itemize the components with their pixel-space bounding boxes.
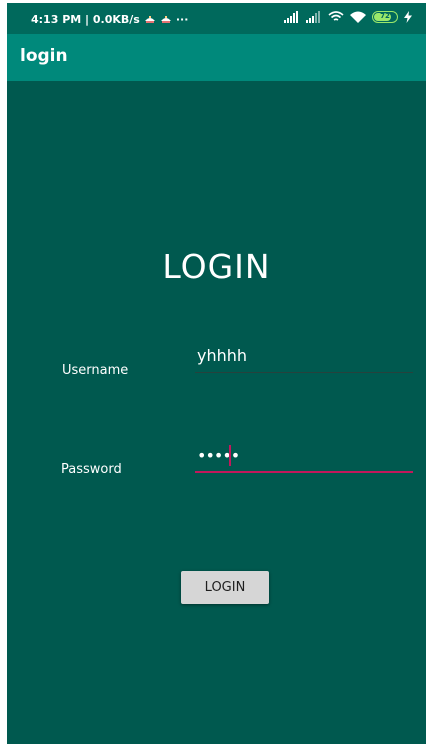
username-field[interactable]: yhhhh <box>195 343 413 373</box>
app-bar: login <box>7 34 426 81</box>
login-heading: LOGIN <box>162 247 271 286</box>
app-screen: 4:13 PM | 0.0KB/s ··· 72 login LOGIN Use… <box>7 3 426 744</box>
password-label: Password <box>61 462 122 477</box>
password-field[interactable]: ••••• <box>195 443 413 473</box>
cellular-signal-icon <box>284 11 298 23</box>
more-notifications-indicator: ··· <box>175 13 189 26</box>
login-button[interactable]: LOGIN <box>181 571 269 604</box>
status-bar: 4:13 PM | 0.0KB/s ··· 72 <box>7 3 426 34</box>
battery-level: 72 <box>380 12 390 20</box>
cellular-signal-icon <box>306 11 320 23</box>
charging-bolt-icon <box>404 11 412 23</box>
text-cursor <box>229 445 231 466</box>
battery-icon: 72 <box>372 11 398 23</box>
app-title: login <box>20 46 68 66</box>
login-form: LOGIN Username yhhhh Password ••••• LOGI… <box>7 81 426 744</box>
status-right: 72 <box>284 11 412 23</box>
notification-icons <box>144 15 172 25</box>
username-value: yhhhh <box>197 346 248 365</box>
password-value: ••••• <box>197 446 240 465</box>
wifi-icon <box>350 11 366 23</box>
username-label: Username <box>62 363 129 378</box>
status-left: 4:13 PM | 0.0KB/s ··· <box>31 13 188 26</box>
notification-icon <box>160 15 171 23</box>
status-time-speed: 4:13 PM | 0.0KB/s <box>31 13 140 26</box>
notification-icon <box>144 15 155 23</box>
wifi-icon <box>328 11 344 21</box>
